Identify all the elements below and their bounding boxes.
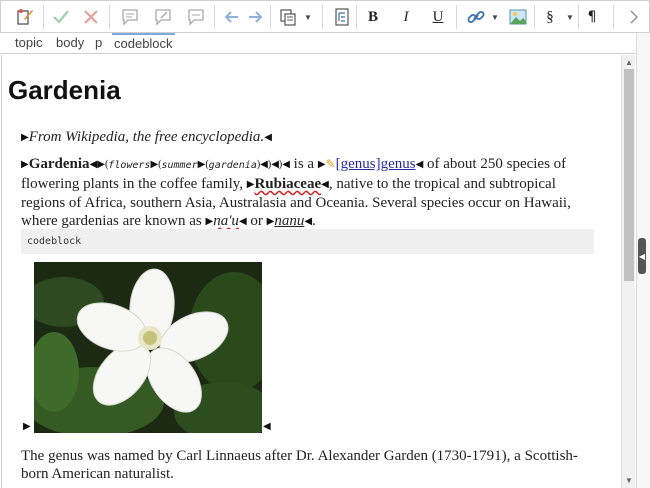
intro-paragraph[interactable]: ▶From Wikipedia, the free encyclopedia.◀: [21, 128, 601, 147]
section-button[interactable]: §: [538, 5, 562, 29]
chevron-down-icon[interactable]: ▼: [491, 13, 499, 22]
genus-link[interactable]: [genus]genus: [336, 156, 416, 172]
breadcrumb-topic[interactable]: topic: [15, 35, 42, 50]
chevron-down-icon[interactable]: ▼: [304, 13, 312, 22]
arrow-right-icon[interactable]: [243, 5, 267, 29]
italic-button[interactable]: I: [394, 5, 418, 29]
breadcrumb: topic body p codeblock: [0, 33, 650, 54]
link-edit-icon: ✎: [325, 157, 336, 171]
chevron-down-icon[interactable]: ▼: [566, 13, 574, 22]
scrollbar-thumb[interactable]: [624, 69, 634, 281]
image-icon[interactable]: [506, 5, 530, 29]
reject-change-icon[interactable]: [79, 5, 103, 29]
underline-button[interactable]: U: [426, 5, 450, 29]
editor-area[interactable]: Gardenia ▶From Wikipedia, the free encyc…: [1, 55, 621, 488]
outline-icon[interactable]: [330, 5, 354, 29]
side-panel: ◀: [636, 33, 650, 488]
codeblock[interactable]: codeblock: [21, 229, 594, 254]
breadcrumb-body[interactable]: body: [56, 35, 84, 50]
breadcrumb-codeblock[interactable]: codeblock: [112, 33, 175, 51]
gardenia-image[interactable]: [34, 262, 262, 433]
page-title: Gardenia: [8, 75, 121, 105]
review-edit-icon[interactable]: [13, 5, 37, 29]
main-paragraph[interactable]: ▶Gardenia◀▶(flowers▶(summer▶(gardenia)◀)…: [21, 155, 601, 231]
scroll-down-icon[interactable]: ▼: [625, 476, 633, 485]
pilcrow-button[interactable]: ¶: [580, 5, 604, 29]
bold-button[interactable]: B: [361, 5, 385, 29]
genus-paragraph[interactable]: The genus was named by Carl Linnaeus aft…: [21, 447, 601, 483]
tag-open-marker: ▶: [21, 132, 29, 143]
copy-icon[interactable]: [276, 5, 300, 29]
breadcrumb-p[interactable]: p: [95, 35, 102, 50]
accept-change-icon[interactable]: [49, 5, 73, 29]
add-comment-icon[interactable]: [118, 5, 142, 29]
remove-comment-icon[interactable]: [184, 5, 208, 29]
chevron-right-icon[interactable]: [626, 5, 642, 29]
tag-open-marker: ▶: [23, 421, 31, 432]
tag-close-marker: ◀: [264, 132, 272, 143]
toolbar: ▼ B I U ▼ § ▼ ¶: [0, 0, 650, 33]
tag-close-marker: ◀: [263, 421, 271, 432]
vertical-scrollbar[interactable]: ▲ ▼: [621, 55, 635, 488]
scroll-up-icon[interactable]: ▲: [625, 58, 633, 67]
arrow-left-icon[interactable]: [220, 5, 244, 29]
panel-collapse-handle[interactable]: ◀: [638, 238, 646, 274]
link-icon[interactable]: [464, 5, 488, 29]
edit-comment-icon[interactable]: [151, 5, 175, 29]
